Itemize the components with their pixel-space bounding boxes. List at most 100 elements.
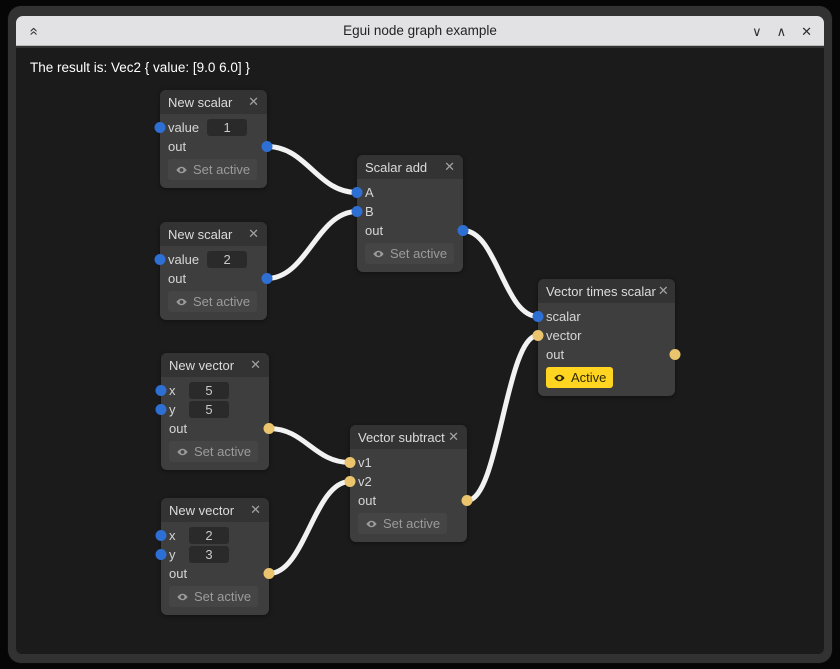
- close-node-icon[interactable]: ✕: [448, 429, 459, 445]
- value-input[interactable]: 1: [207, 119, 247, 136]
- node-new-vector-1[interactable]: New vector ✕ x 5 y 5 out Set active: [161, 353, 269, 470]
- wire-scalar1-to-add-a: [267, 147, 357, 193]
- port-new-vector-2-out[interactable]: [264, 568, 275, 579]
- port-vector-times-scalar-vector[interactable]: [533, 330, 544, 341]
- port-new-vector-2-x[interactable]: [156, 530, 167, 541]
- node-title: New scalar: [168, 227, 232, 242]
- port-vector-times-scalar-scalar[interactable]: [533, 311, 544, 322]
- node-body: A B out Set active: [357, 179, 463, 272]
- wire-add-to-times-scalar: [463, 231, 538, 317]
- set-active-button[interactable]: Set active: [358, 513, 447, 534]
- param-row-vector: vector: [546, 326, 667, 345]
- wire-scalar2-to-add-b: [267, 212, 357, 279]
- set-active-button[interactable]: Set active: [169, 441, 258, 462]
- node-body: v1 v2 out Set active: [350, 449, 467, 542]
- node-new-vector-2[interactable]: New vector ✕ x 2 y 3 out Set active: [161, 498, 269, 615]
- port-vector-subtract-out[interactable]: [462, 495, 473, 506]
- port-vector-times-scalar-out[interactable]: [670, 349, 681, 360]
- button-label: Set active: [193, 294, 250, 309]
- node-body: x 2 y 3 out Set active: [161, 522, 269, 615]
- close-node-icon[interactable]: ✕: [248, 226, 259, 242]
- node-body: value 2 out Set active: [160, 246, 267, 320]
- port-scalar-add-b[interactable]: [352, 206, 363, 217]
- param-label: value: [168, 252, 199, 267]
- node-titlebar[interactable]: New vector ✕: [161, 353, 269, 377]
- value-input[interactable]: 2: [189, 527, 229, 544]
- port-new-scalar-1-value[interactable]: [155, 122, 166, 133]
- value-input[interactable]: 5: [189, 401, 229, 418]
- param-label: B: [365, 204, 377, 219]
- value-input[interactable]: 3: [189, 546, 229, 563]
- port-scalar-add-a[interactable]: [352, 187, 363, 198]
- set-active-button[interactable]: Set active: [169, 586, 258, 607]
- param-label: out: [169, 421, 187, 436]
- close-window-icon[interactable]: ✕: [801, 25, 812, 38]
- button-label: Active: [571, 370, 606, 385]
- port-new-vector-2-y[interactable]: [156, 549, 167, 560]
- param-row-out: out: [169, 564, 261, 583]
- titlebar[interactable]: » Egui node graph example ∨ ∧ ✕: [16, 16, 824, 46]
- param-label: v1: [358, 455, 372, 470]
- param-label: out: [365, 223, 383, 238]
- node-vector-subtract[interactable]: Vector subtract ✕ v1 v2 out Set active: [350, 425, 467, 542]
- result-text: The result is: Vec2 { value: [9.0 6.0] }: [30, 60, 250, 75]
- node-titlebar[interactable]: New scalar ✕: [160, 90, 267, 114]
- close-node-icon[interactable]: ✕: [248, 94, 259, 110]
- port-new-vector-1-out[interactable]: [264, 423, 275, 434]
- button-label: Set active: [193, 162, 250, 177]
- eye-icon: [553, 373, 566, 383]
- minimize-icon[interactable]: ∨: [752, 25, 762, 38]
- param-label: x: [169, 383, 181, 398]
- param-row-scalar: scalar: [546, 307, 667, 326]
- node-vector-times-scalar[interactable]: Vector times scalar ✕ scalar vector out …: [538, 279, 675, 396]
- node-graph-canvas[interactable]: The result is: Vec2 { value: [9.0 6.0] }…: [16, 48, 824, 654]
- active-button[interactable]: Active: [546, 367, 613, 388]
- param-label: y: [169, 402, 181, 417]
- param-row-v1: v1: [358, 453, 459, 472]
- close-node-icon[interactable]: ✕: [658, 283, 669, 299]
- port-vector-subtract-v1[interactable]: [345, 457, 356, 468]
- node-body: x 5 y 5 out Set active: [161, 377, 269, 470]
- param-row-x: x 2: [169, 526, 261, 545]
- param-row-out: out: [169, 419, 261, 438]
- node-titlebar[interactable]: Scalar add ✕: [357, 155, 463, 179]
- node-titlebar[interactable]: Vector times scalar ✕: [538, 279, 675, 303]
- maximize-icon[interactable]: ∧: [777, 25, 787, 38]
- set-active-button[interactable]: Set active: [365, 243, 454, 264]
- param-row-out: out: [365, 221, 455, 240]
- button-label: Set active: [194, 589, 251, 604]
- eye-icon: [175, 165, 188, 175]
- button-label: Set active: [194, 444, 251, 459]
- collapse-window-icon[interactable]: »: [25, 27, 42, 35]
- port-scalar-add-out[interactable]: [458, 225, 469, 236]
- node-titlebar[interactable]: Vector subtract ✕: [350, 425, 467, 449]
- window-title: Egui node graph example: [343, 23, 497, 38]
- node-new-scalar-2[interactable]: New scalar ✕ value 2 out Set active: [160, 222, 267, 320]
- port-vector-subtract-v2[interactable]: [345, 476, 356, 487]
- set-active-button[interactable]: Set active: [168, 159, 257, 180]
- param-label: out: [169, 566, 187, 581]
- param-row-x: x 5: [169, 381, 261, 400]
- port-new-vector-1-y[interactable]: [156, 404, 167, 415]
- node-scalar-add[interactable]: Scalar add ✕ A B out Set active: [357, 155, 463, 272]
- port-new-scalar-2-value[interactable]: [155, 254, 166, 265]
- node-titlebar[interactable]: New vector ✕: [161, 498, 269, 522]
- param-row-value: value 1: [168, 118, 259, 137]
- param-row-value: value 2: [168, 250, 259, 269]
- param-row-out: out: [168, 269, 259, 288]
- value-input[interactable]: 2: [207, 251, 247, 268]
- close-node-icon[interactable]: ✕: [250, 502, 261, 518]
- node-body: value 1 out Set active: [160, 114, 267, 188]
- port-new-scalar-2-out[interactable]: [262, 273, 273, 284]
- param-label: scalar: [546, 309, 581, 324]
- port-new-vector-1-x[interactable]: [156, 385, 167, 396]
- port-new-scalar-1-out[interactable]: [262, 141, 273, 152]
- set-active-button[interactable]: Set active: [168, 291, 257, 312]
- node-titlebar[interactable]: New scalar ✕: [160, 222, 267, 246]
- node-new-scalar-1[interactable]: New scalar ✕ value 1 out Set active: [160, 90, 267, 188]
- node-body: scalar vector out Active: [538, 303, 675, 396]
- param-label: A: [365, 185, 377, 200]
- close-node-icon[interactable]: ✕: [250, 357, 261, 373]
- value-input[interactable]: 5: [189, 382, 229, 399]
- close-node-icon[interactable]: ✕: [444, 159, 455, 175]
